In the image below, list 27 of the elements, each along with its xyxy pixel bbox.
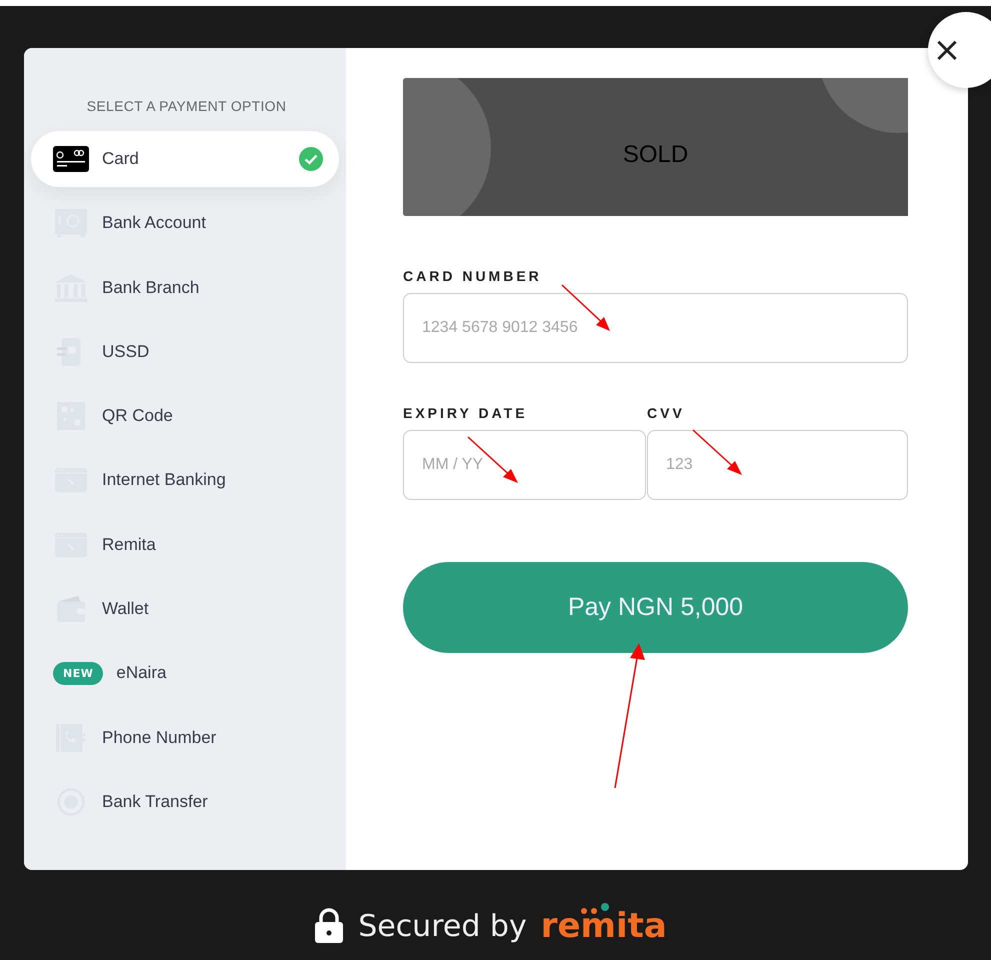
payment-option[interactable]: NEW eNaira: [31, 645, 339, 702]
annotation-arrow: [692, 429, 742, 475]
input-field[interactable]: MM / YY: [403, 430, 646, 500]
payment-option[interactable]: Remita: [31, 516, 339, 573]
payment-option[interactable]: Internet Banking: [31, 452, 339, 508]
payment-option[interactable]: Card: [31, 131, 339, 187]
payment-option[interactable]: USSD: [31, 324, 339, 380]
close-button[interactable]: ×: [928, 12, 991, 88]
payment-option[interactable]: Phone Number: [31, 710, 339, 766]
input-field[interactable]: 123: [647, 430, 908, 500]
new-badge: NEW: [53, 662, 104, 685]
field-label: CVV: [647, 405, 686, 421]
field-label: CARD NUMBER: [403, 268, 543, 284]
payment-option[interactable]: Bank Account: [31, 195, 339, 252]
input-field[interactable]: 1234 5678 9012 3456: [403, 293, 908, 363]
payment-option[interactable]: Bank Branch: [31, 260, 339, 316]
payment-option[interactable]: QR Code: [31, 388, 339, 444]
brand-logo: remita: [540, 906, 667, 946]
sidebar-heading: SELECT A PAYMENT OPTION: [86, 98, 288, 114]
payment-option[interactable]: Bank Transfer: [31, 774, 339, 830]
secured-by-text: Secured by: [358, 908, 527, 944]
checkmark-icon: [299, 147, 323, 171]
padlock-icon: [314, 908, 344, 944]
banner-text: SOLD: [622, 141, 688, 169]
credit-card-icon: [53, 144, 89, 174]
payment-option[interactable]: Wallet: [31, 581, 339, 638]
field-label: EXPIRY DATE: [403, 405, 529, 421]
